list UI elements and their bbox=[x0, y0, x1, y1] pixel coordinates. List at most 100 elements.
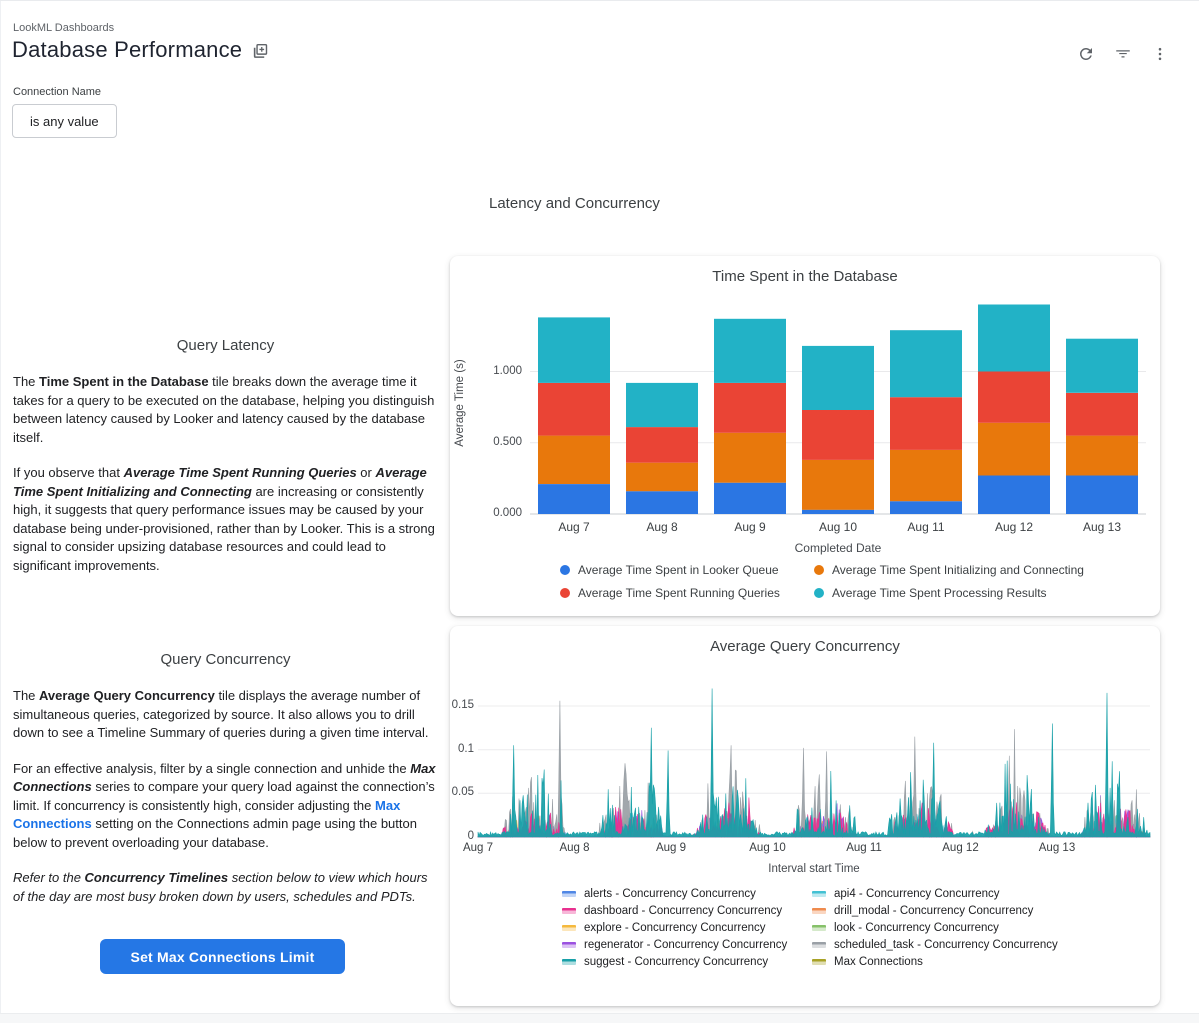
paragraph: The Time Spent in the Database tile brea… bbox=[13, 373, 438, 447]
bar-segment-aug[interactable] bbox=[978, 476, 1050, 515]
x-tick-label: Aug 12 bbox=[931, 842, 991, 854]
bar-segment-aug[interactable] bbox=[626, 383, 698, 427]
bar-segment-aug[interactable] bbox=[1066, 476, 1138, 515]
bar-segment-aug[interactable] bbox=[714, 433, 786, 483]
bar-segment-aug[interactable] bbox=[538, 436, 610, 484]
bar-segment-aug[interactable] bbox=[1066, 436, 1138, 476]
tile-average-query-concurrency: Average Query Concurrency 00.050.10.15 A… bbox=[450, 626, 1160, 1006]
bar-segment-aug[interactable] bbox=[714, 483, 786, 514]
x-tick-label: Aug 11 bbox=[882, 520, 970, 534]
query-concurrency-heading: Query Concurrency bbox=[13, 651, 438, 668]
x-tick-label: Aug 12 bbox=[970, 520, 1058, 534]
legend-item-running[interactable]: Average Time Spent Running Queries bbox=[560, 586, 814, 600]
bar-segment-aug[interactable] bbox=[978, 305, 1050, 372]
paragraph: The Average Query Concurrency tile displ… bbox=[13, 687, 438, 743]
legend-label: dashboard - Concurrency Concurrency bbox=[584, 905, 782, 917]
more-options-icon[interactable] bbox=[1149, 43, 1171, 65]
refresh-icon[interactable] bbox=[1075, 43, 1097, 65]
legend-item-initializing[interactable]: Average Time Spent Initializing and Conn… bbox=[814, 563, 1084, 577]
legend-item-look[interactable]: look - Concurrency Concurrency bbox=[812, 922, 1058, 934]
bar-segment-aug[interactable] bbox=[890, 330, 962, 397]
y-tick-label: 0.05 bbox=[440, 786, 474, 798]
legend-item-alerts[interactable]: alerts - Concurrency Concurrency bbox=[562, 888, 812, 900]
legend-item-scheduled_task[interactable]: scheduled_task - Concurrency Concurrency bbox=[812, 939, 1058, 951]
legend-swatch bbox=[814, 588, 824, 598]
legend-swatch bbox=[560, 565, 570, 575]
x-tick-label: Aug 11 bbox=[834, 842, 894, 854]
legend-swatch bbox=[562, 942, 576, 948]
legend-label: drill_modal - Concurrency Concurrency bbox=[834, 905, 1033, 917]
bar-segment-aug[interactable] bbox=[714, 319, 786, 383]
set-max-connections-button[interactable]: Set Max Connections Limit bbox=[100, 939, 345, 974]
filter-icon[interactable] bbox=[1112, 43, 1134, 65]
bar-segment-aug[interactable] bbox=[1066, 393, 1138, 436]
dashboard-page: LookML Dashboards Database Performance C… bbox=[0, 0, 1199, 1021]
stacked-bar-chart[interactable] bbox=[450, 256, 1160, 616]
legend-item-drill_modal[interactable]: drill_modal - Concurrency Concurrency bbox=[812, 905, 1058, 917]
bar-segment-aug[interactable] bbox=[890, 501, 962, 514]
area-chart-legend: alerts - Concurrency Concurrency api4 - C… bbox=[562, 888, 1058, 968]
x-tick-label: Aug 7 bbox=[530, 520, 618, 534]
bar-segment-aug[interactable] bbox=[626, 463, 698, 492]
bar-segment-aug[interactable] bbox=[538, 484, 610, 514]
section-title: Latency and Concurrency bbox=[489, 195, 660, 212]
bar-segment-aug[interactable] bbox=[802, 510, 874, 514]
page-title: Database Performance bbox=[12, 37, 242, 63]
legend-item-processing[interactable]: Average Time Spent Processing Results bbox=[814, 586, 1084, 600]
bar-segment-aug[interactable] bbox=[802, 460, 874, 510]
x-tick-label: Aug 10 bbox=[738, 842, 798, 854]
y-tick-label: 0 bbox=[440, 830, 474, 842]
legend-swatch bbox=[562, 959, 576, 965]
paragraph: Refer to the Concurrency Timelines secti… bbox=[13, 869, 438, 906]
legend-item-regenerator[interactable]: regenerator - Concurrency Concurrency bbox=[562, 939, 812, 951]
bar-chart-legend: Average Time Spent in Looker Queue Averag… bbox=[560, 563, 1084, 600]
bar-segment-aug[interactable] bbox=[714, 383, 786, 433]
tile-time-spent-in-database: Time Spent in the Database Average Time … bbox=[450, 256, 1160, 616]
legend-swatch bbox=[814, 565, 824, 575]
bar-segment-aug[interactable] bbox=[538, 383, 610, 436]
y-tick-label: 0.000 bbox=[462, 507, 522, 519]
y-tick-label: 0.500 bbox=[462, 436, 522, 448]
legend-swatch bbox=[812, 925, 826, 931]
legend-swatch bbox=[562, 925, 576, 931]
legend-item-api4[interactable]: api4 - Concurrency Concurrency bbox=[812, 888, 1058, 900]
bar-segment-aug[interactable] bbox=[890, 397, 962, 450]
y-tick-label: 1.000 bbox=[462, 365, 522, 377]
bar-segment-aug[interactable] bbox=[802, 410, 874, 460]
legend-label: Average Time Spent Running Queries bbox=[578, 586, 780, 600]
legend-label: regenerator - Concurrency Concurrency bbox=[584, 939, 787, 951]
bar-segment-aug[interactable] bbox=[538, 317, 610, 383]
legend-label: look - Concurrency Concurrency bbox=[834, 922, 999, 934]
legend-swatch bbox=[812, 942, 826, 948]
connection-name-filter[interactable]: is any value bbox=[12, 104, 117, 138]
legend-swatch bbox=[812, 891, 826, 897]
legend-label: scheduled_task - Concurrency Concurrency bbox=[834, 939, 1058, 951]
bar-segment-aug[interactable] bbox=[978, 372, 1050, 423]
duplicate-dashboard-icon[interactable] bbox=[251, 43, 268, 60]
bar-segment-aug[interactable] bbox=[1066, 339, 1138, 393]
bar-segment-aug[interactable] bbox=[890, 450, 962, 501]
x-tick-label: Aug 13 bbox=[1027, 842, 1087, 854]
bar-segment-aug[interactable] bbox=[978, 423, 1050, 476]
legend-swatch bbox=[560, 588, 570, 598]
legend-item-in[interactable]: Average Time Spent in Looker Queue bbox=[560, 563, 814, 577]
legend-item-dashboard[interactable]: dashboard - Concurrency Concurrency bbox=[562, 905, 812, 917]
bar-segment-aug[interactable] bbox=[626, 491, 698, 514]
y-tick-label: 0.1 bbox=[440, 743, 474, 755]
legend-label: Average Time Spent in Looker Queue bbox=[578, 563, 779, 577]
legend-item-suggest[interactable]: suggest - Concurrency Concurrency bbox=[562, 956, 812, 968]
bar-x-axis-label: Completed Date bbox=[530, 541, 1146, 555]
title-row: Database Performance bbox=[12, 37, 268, 63]
breadcrumb[interactable]: LookML Dashboards bbox=[13, 22, 114, 34]
filter-label: Connection Name bbox=[13, 86, 101, 98]
legend-label: api4 - Concurrency Concurrency bbox=[834, 888, 1000, 900]
legend-label: explore - Concurrency Concurrency bbox=[584, 922, 766, 934]
bar-segment-aug[interactable] bbox=[802, 346, 874, 410]
area-x-axis-label: Interval start Time bbox=[478, 863, 1150, 875]
legend-item-max[interactable]: Max Connections bbox=[812, 956, 1058, 968]
legend-item-explore[interactable]: explore - Concurrency Concurrency bbox=[562, 922, 812, 934]
y-tick-label: 0.15 bbox=[440, 699, 474, 711]
area-series-scheduled_task[interactable] bbox=[478, 701, 1150, 837]
query-latency-note: Query Latency The Time Spent in the Data… bbox=[13, 337, 438, 592]
bar-segment-aug[interactable] bbox=[626, 427, 698, 463]
